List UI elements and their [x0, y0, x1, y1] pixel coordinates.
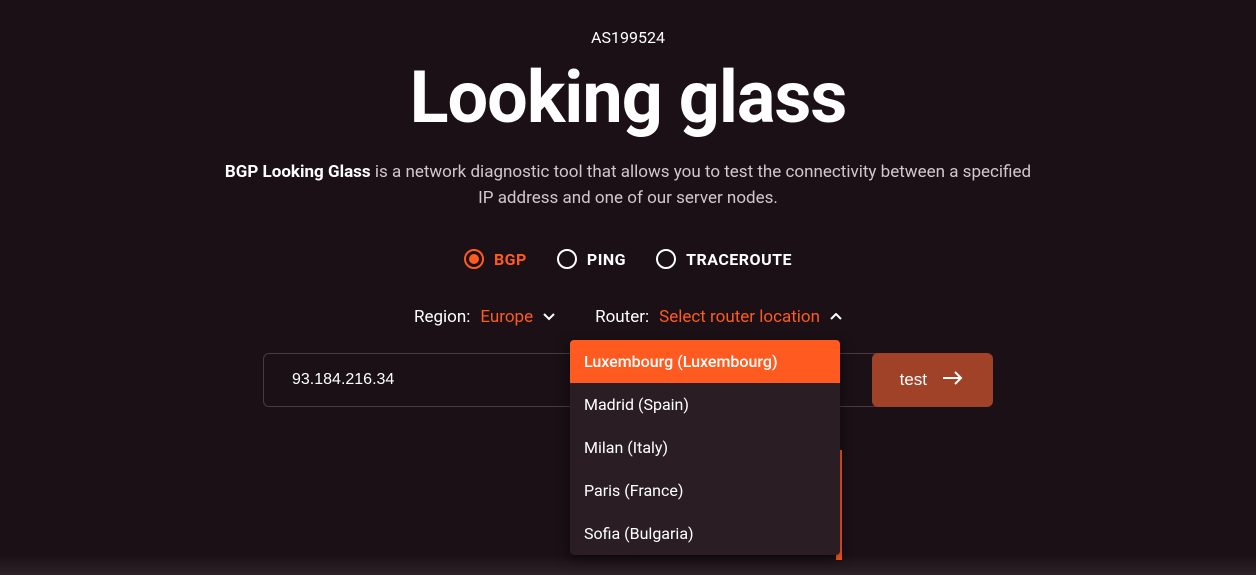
radio-icon: [557, 249, 577, 269]
dropdown-item[interactable]: Paris (France): [570, 469, 840, 512]
radio-ping-label: PING: [587, 250, 626, 269]
radio-ping[interactable]: PING: [557, 249, 626, 269]
mode-radio-group: BGP PING TRACEROUTE: [464, 249, 792, 269]
region-value: Europe: [480, 307, 533, 327]
router-label: Router:: [595, 307, 649, 327]
page-title: Looking glass: [410, 55, 847, 140]
radio-traceroute[interactable]: TRACEROUTE: [656, 249, 792, 269]
region-selector[interactable]: Region: Europe: [414, 307, 555, 327]
run-test-button[interactable]: test: [872, 353, 993, 407]
radio-icon: [656, 249, 676, 269]
radio-traceroute-label: TRACEROUTE: [686, 250, 792, 269]
dropdown-item[interactable]: Luxembourg (Luxembourg): [570, 340, 840, 383]
dropdown-item[interactable]: Milan (Italy): [570, 426, 840, 469]
radio-bgp[interactable]: BGP: [464, 249, 527, 269]
bottom-gradient: [0, 555, 1256, 575]
radio-bgp-label: BGP: [494, 250, 527, 269]
router-value: Select router location: [659, 307, 820, 327]
radio-icon: [464, 249, 484, 269]
description: BGP Looking Glass is a network diagnosti…: [218, 160, 1038, 211]
dropdown-item[interactable]: Madrid (Spain): [570, 383, 840, 426]
chevron-down-icon: [543, 311, 555, 323]
dropdown-item[interactable]: Sofia (Bulgaria): [570, 512, 840, 555]
router-selector[interactable]: Router: Select router location: [595, 307, 842, 327]
run-button-label: test: [900, 370, 927, 390]
selector-row: Region: Europe Router: Select router loc…: [414, 307, 842, 327]
chevron-up-icon: [830, 311, 842, 323]
as-number: AS199524: [591, 28, 665, 47]
description-bold: BGP Looking Glass: [225, 162, 371, 182]
region-label: Region:: [414, 307, 470, 327]
description-text: is a network diagnostic tool that allows…: [371, 162, 1031, 208]
router-dropdown: Luxembourg (Luxembourg) Madrid (Spain) M…: [570, 340, 840, 555]
arrow-right-icon: [941, 370, 965, 390]
